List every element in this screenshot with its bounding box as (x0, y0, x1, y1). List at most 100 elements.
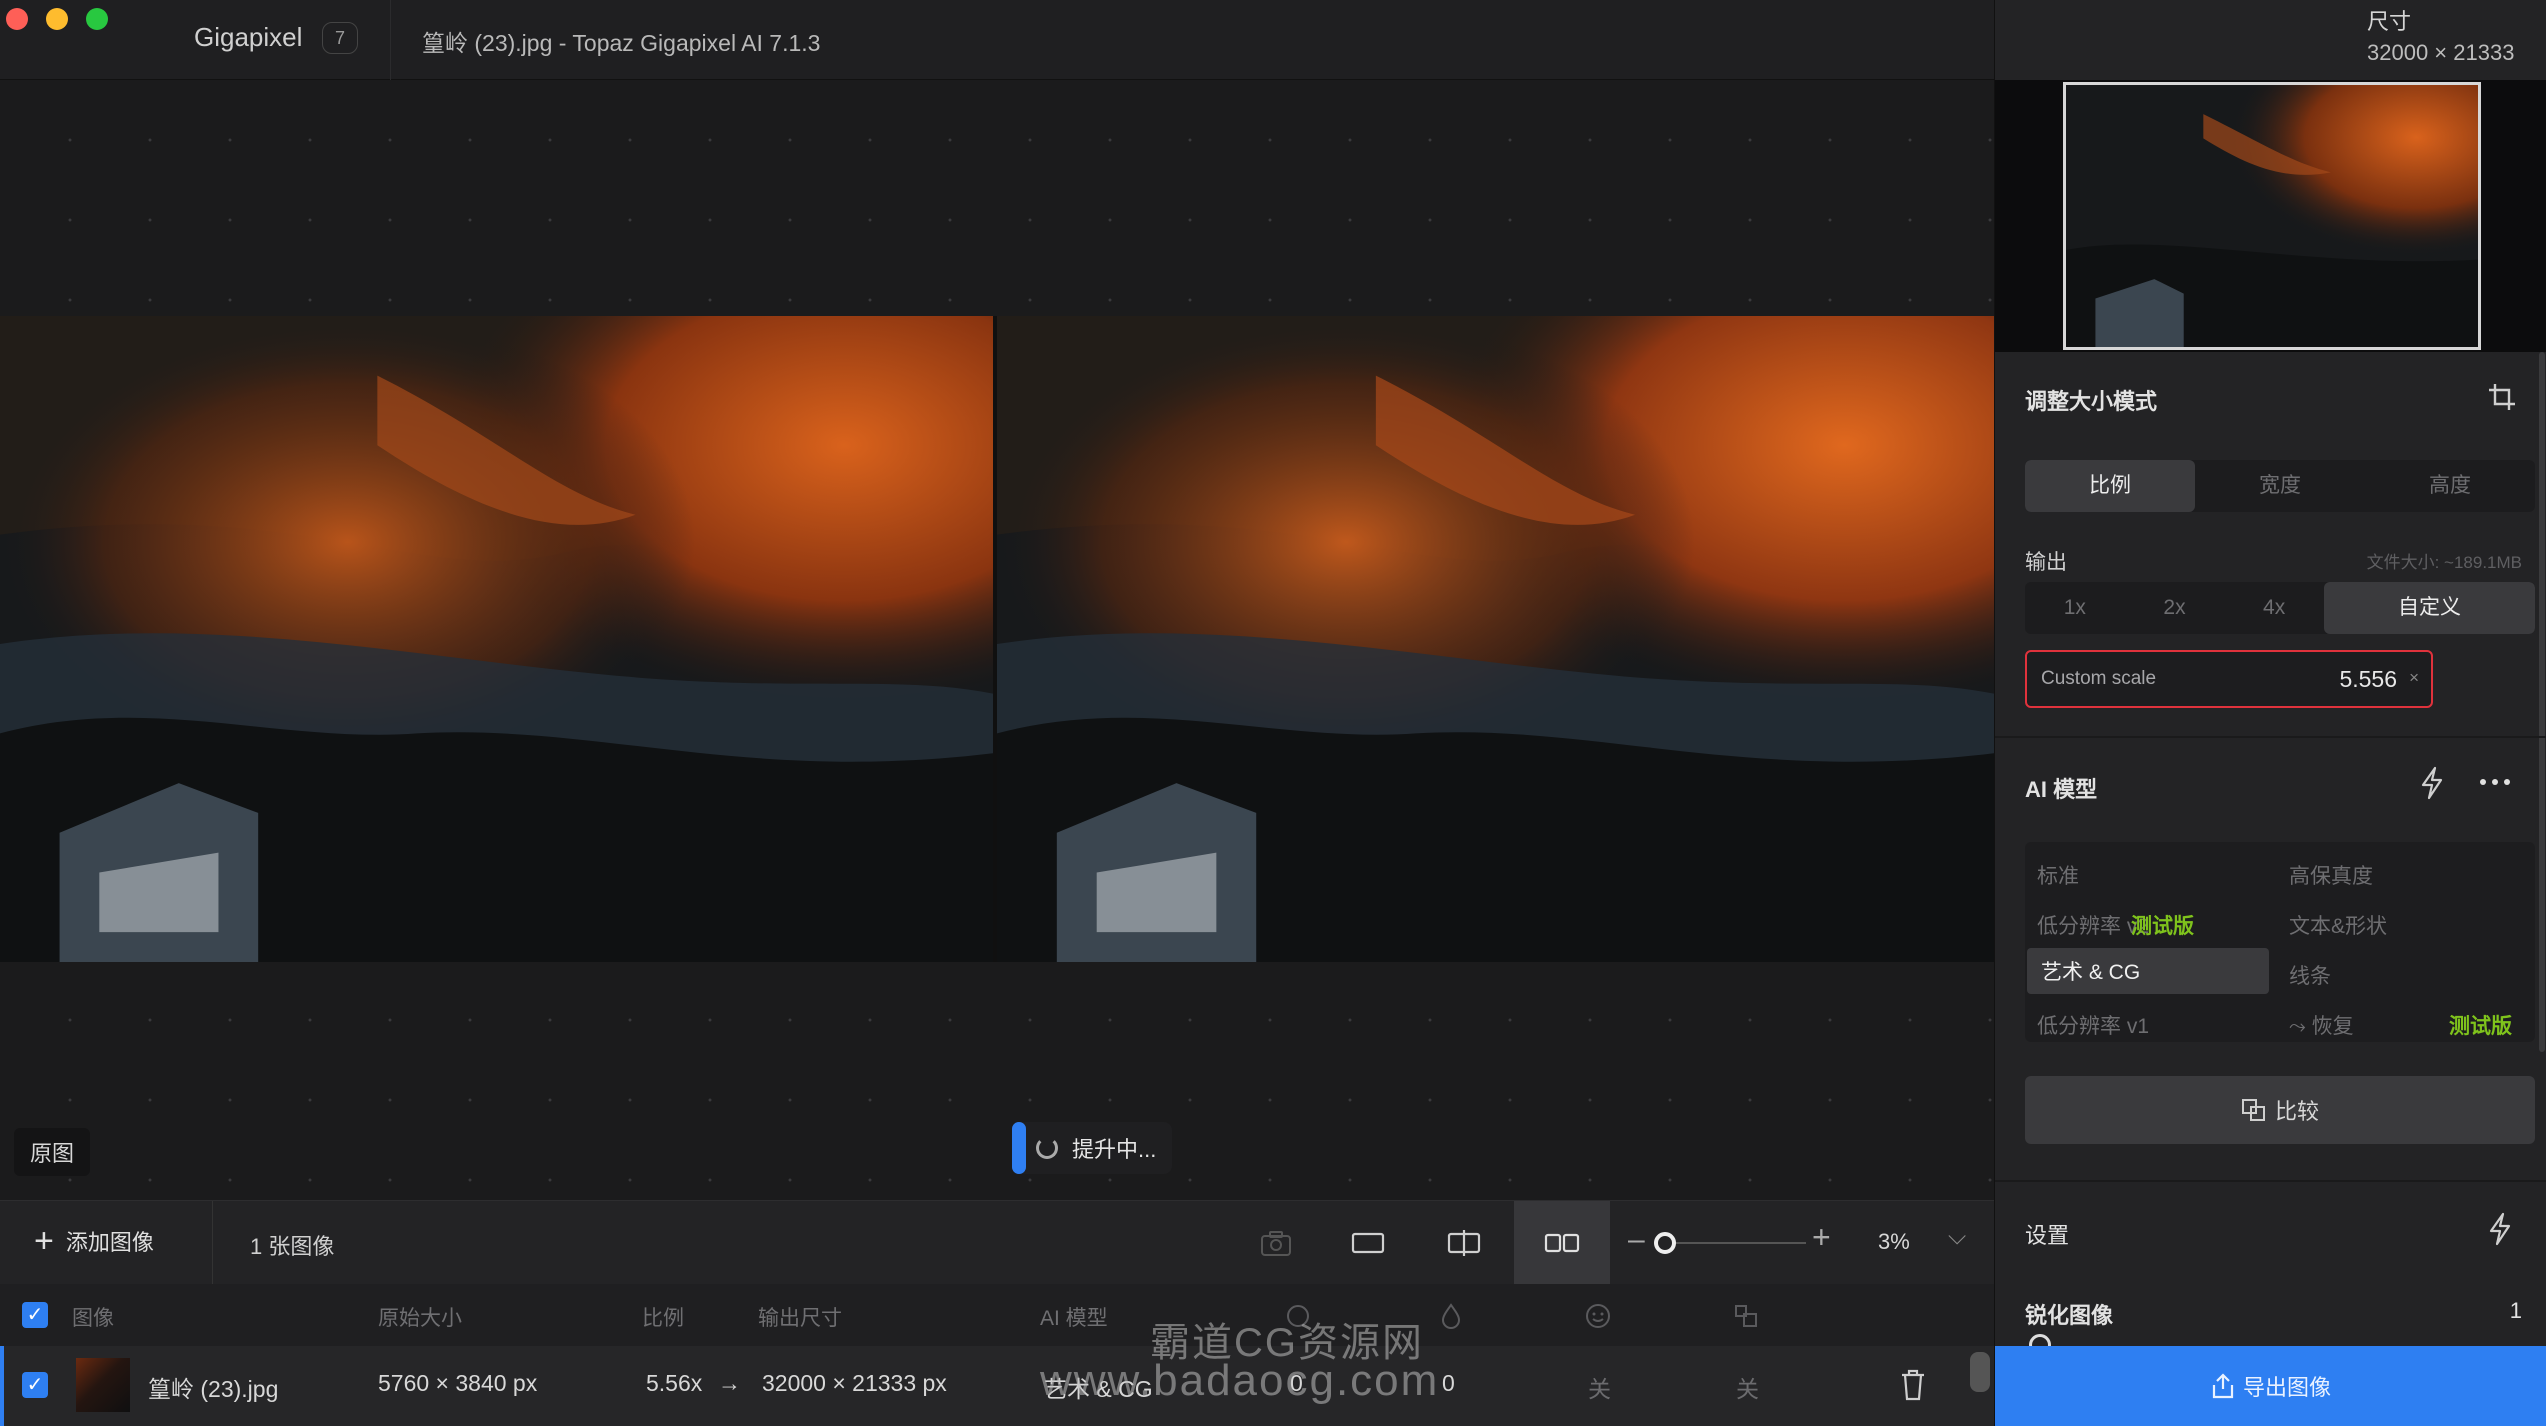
color-correction-icon (1735, 1305, 1757, 1327)
split-view-icon (1447, 1230, 1481, 1256)
scale-4x[interactable]: 4x (2224, 582, 2324, 634)
processing-text: 提升中... (1072, 1137, 1157, 1162)
wand-icon: ⤳ (2289, 1015, 2306, 1038)
navigator-preview[interactable] (1995, 80, 2546, 352)
row-scale: 5.56x (646, 1370, 703, 1396)
table-scrollbar[interactable] (1970, 1352, 1990, 1392)
single-view-icon (1351, 1232, 1385, 1254)
navigator-thumbnail (2066, 85, 2478, 347)
zoom-in-button[interactable]: + (1812, 1219, 1831, 1256)
scale-custom[interactable]: 自定义 (2323, 582, 2535, 634)
ai-model-title: AI 模型 (2025, 777, 2098, 802)
original-label: 原图 (14, 1128, 91, 1176)
snapshot-button[interactable] (1228, 1201, 1324, 1285)
compare-label: 比较 (2274, 1099, 2319, 1124)
header-image[interactable]: 图像 (72, 1302, 114, 1332)
more-options-icon[interactable] (2477, 772, 2513, 792)
zoom-slider[interactable] (1660, 1242, 1806, 1244)
landscape-image-original (0, 316, 993, 962)
trash-icon[interactable] (1898, 1368, 1928, 1402)
add-image-label: 添加图像 (65, 1230, 154, 1255)
landscape-image-preview (997, 316, 1994, 962)
side-by-side-view-button[interactable] (1514, 1201, 1610, 1285)
sharpen-label: 锐化图像 (2025, 1303, 2114, 1328)
compare-icon (2241, 1099, 2265, 1121)
face-icon (1586, 1304, 1610, 1328)
title-divider (390, 0, 391, 80)
droplet-icon (1441, 1303, 1461, 1329)
bottom-toolbar: + 添加图像 1 张图像 – + 3% ⌵ (0, 1200, 1994, 1285)
clear-icon[interactable]: × (2409, 668, 2419, 688)
scale-2x[interactable]: 2x (2125, 582, 2225, 634)
close-window-button[interactable] (6, 8, 28, 30)
zoom-window-button[interactable] (86, 8, 108, 30)
header-scale[interactable]: 比例 (642, 1302, 684, 1332)
zoom-dropdown-chevron-icon[interactable]: ⌵ (1948, 1223, 1966, 1251)
model-art-cg[interactable]: 艺术 & CG (2027, 948, 2269, 994)
lightning-icon[interactable] (2417, 766, 2447, 800)
header-output-size[interactable]: 输出尺寸 (758, 1302, 842, 1332)
lightning-icon[interactable] (2485, 1212, 2515, 1246)
crop-icon[interactable] (2487, 382, 2517, 412)
output-label: 输出 (2025, 551, 2067, 574)
beta-badge-restore: 测试版 (2449, 1015, 2512, 1038)
size-value: 32000 × 21333 (2367, 40, 2515, 65)
single-view-button[interactable] (1320, 1201, 1416, 1285)
navigator-viewport-frame[interactable] (2063, 82, 2481, 350)
resize-mode-height[interactable]: 高度 (2365, 460, 2535, 512)
beta-badge: 测试版 (2131, 915, 2194, 938)
original-image-pane[interactable] (0, 316, 993, 962)
camera-icon (1261, 1231, 1291, 1256)
size-label: 尺寸 (2367, 9, 2412, 34)
zoom-out-button[interactable]: – (1628, 1223, 1645, 1257)
model-lines[interactable]: 线条 (2289, 960, 2331, 990)
spinner-icon (1036, 1137, 1058, 1159)
preview-image-pane[interactable] (997, 316, 1994, 962)
resize-mode-selector[interactable]: 比例 宽度 高度 (2025, 460, 2535, 512)
toolbar-divider (212, 1201, 213, 1285)
header-ai-model[interactable]: AI 模型 (1040, 1302, 1108, 1332)
resize-mode-scale[interactable]: 比例 (2025, 460, 2195, 512)
minimize-window-button[interactable] (46, 8, 68, 30)
model-text-shapes[interactable]: 文本&形状 (2289, 910, 2387, 940)
sharpen-value[interactable]: 1 (2510, 1298, 2522, 1324)
app-name[interactable]: Gigapixel (194, 22, 302, 53)
model-standard[interactable]: 标准 (2037, 860, 2079, 890)
panel-scrollbar[interactable] (2539, 352, 2545, 1052)
settings-title: 设置 (2025, 1223, 2070, 1248)
window-title: 篁岭 (23).jpg - Topaz Gigapixel AI 7.1.3 (422, 30, 821, 56)
scale-selector[interactable]: 1x 2x 4x 自定义 (2025, 582, 2535, 634)
section-divider (1995, 736, 2546, 738)
row-output-size: 32000 × 21333 px (762, 1370, 947, 1396)
table-row[interactable]: ✓ 篁岭 (23).jpg 5760 × 3840 px 5.56x → 320… (0, 1346, 1994, 1426)
resize-mode-width[interactable]: 宽度 (2195, 460, 2365, 512)
header-original-size[interactable]: 原始大小 (378, 1302, 462, 1332)
row-filename: 篁岭 (23).jpg (148, 1376, 279, 1402)
row-original-size: 5760 × 3840 px (378, 1370, 538, 1396)
image-table-header: ✓ 图像 原始大小 比例 输出尺寸 AI 模型 (0, 1284, 1994, 1346)
settings-panel: 尺寸 32000 × 21333 调整大小模式 比例 宽度 高度 输出 文件大小… (1994, 0, 2546, 1426)
custom-scale-field[interactable]: Custom scale 5.556 × (2025, 650, 2433, 708)
custom-scale-label: Custom scale (2041, 668, 2157, 689)
select-all-checkbox[interactable]: ✓ (22, 1302, 48, 1328)
image-count: 1 张图像 (250, 1234, 335, 1259)
model-restore-option[interactable]: ⤳ 恢复 (2289, 1010, 2354, 1040)
row-checkbox[interactable]: ✓ (22, 1372, 48, 1398)
side-by-side-icon (1544, 1233, 1580, 1253)
add-image-button[interactable]: + 添加图像 (34, 1224, 154, 1258)
section-divider (1995, 1180, 2546, 1182)
progress-accent (1012, 1122, 1026, 1174)
custom-scale-value[interactable]: 5.556 (2339, 666, 2397, 693)
split-view-button[interactable] (1416, 1201, 1512, 1285)
image-thumbnail (76, 1358, 130, 1412)
image-viewer[interactable]: 原图 提升中... (0, 80, 1994, 1200)
export-button[interactable]: 导出图像 (1995, 1346, 2546, 1426)
zoom-slider-handle[interactable] (1654, 1232, 1676, 1254)
arrow-right-icon: → (718, 1370, 741, 1396)
row-sharpen-value: 0 (1442, 1370, 1455, 1396)
model-high-fidelity[interactable]: 高保真度 (2289, 860, 2373, 890)
compare-button[interactable]: 比较 (2025, 1076, 2535, 1144)
watermark-url: www.badaocg.com (1040, 1356, 1440, 1405)
model-low-res-v1[interactable]: 低分辨率 v1 (2037, 1010, 2149, 1040)
scale-1x[interactable]: 1x (2025, 582, 2125, 634)
